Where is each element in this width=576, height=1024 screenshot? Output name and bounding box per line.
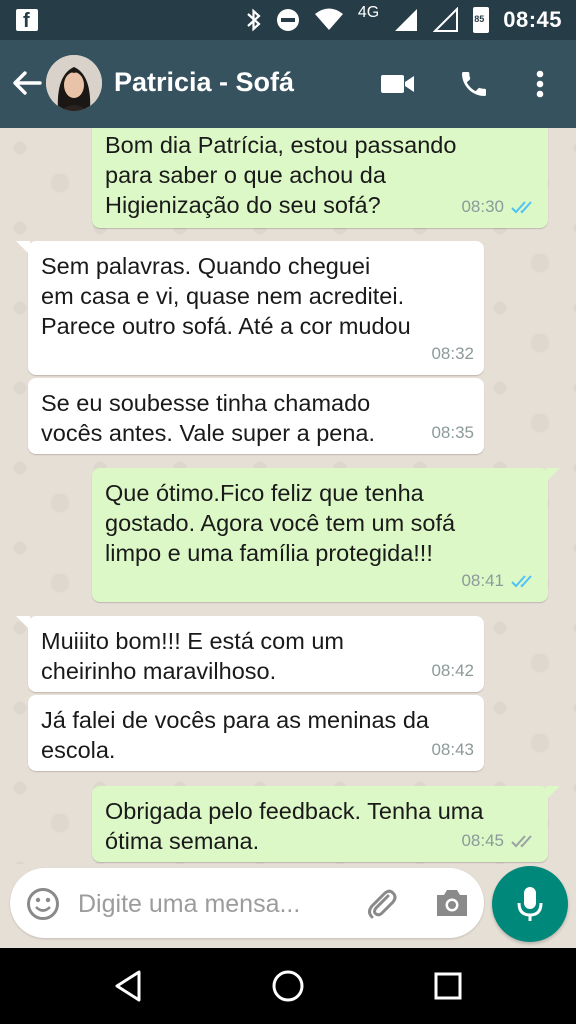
read-ticks-icon (511, 201, 532, 214)
camera-icon[interactable] (434, 888, 470, 918)
bluetooth-icon (247, 8, 261, 32)
battery-icon: 85 (473, 7, 490, 33)
network-type: 4G (357, 4, 380, 21)
signal-icon-2 (433, 7, 459, 32)
do-not-disturb-icon (276, 9, 299, 31)
clock: 08:45 (503, 7, 562, 32)
mic-icon (517, 887, 543, 921)
facebook-icon: f (16, 9, 38, 32)
chat-header: Patricia - Sofá (0, 40, 576, 128)
message-time: 08:42 (431, 661, 474, 680)
message-incoming[interactable]: Já falei de vocês para as meninas da esc… (28, 695, 484, 771)
message-outgoing[interactable]: Obrigada pelo feedback. Tenha uma ótima … (92, 786, 560, 862)
message-outgoing[interactable]: Bom dia Patrícia, estou passando para sa… (92, 128, 548, 228)
message-text: Já falei de vocês para as meninas da esc… (41, 707, 429, 763)
mic-button[interactable] (492, 866, 568, 942)
avatar[interactable] (46, 55, 102, 111)
message-input[interactable]: Digite uma mensa... (10, 868, 484, 938)
read-ticks-icon (511, 575, 532, 588)
message-incoming[interactable]: Se eu soubesse tinha chamado vocês antes… (28, 378, 484, 454)
delivered-ticks-icon (511, 835, 532, 848)
wifi-icon (314, 8, 343, 30)
video-call-icon[interactable] (378, 64, 418, 104)
message-incoming[interactable]: Sem palavras. Quando cheguei em casa e v… (16, 241, 484, 375)
message-text: Que ótimo.Fico feliz que tenha gostado. … (105, 480, 456, 566)
emoji-icon[interactable] (26, 887, 60, 921)
message-time: 08:30 (461, 197, 504, 216)
status-bar: f 4G 85 08:45 (0, 0, 576, 40)
battery-level: 85 (474, 14, 485, 24)
message-time: 08:43 (431, 740, 474, 759)
attach-icon[interactable] (364, 886, 400, 922)
contact-name[interactable]: Patricia - Sofá (114, 67, 294, 98)
more-vert-icon[interactable] (528, 64, 552, 104)
nav-home-icon[interactable] (268, 966, 308, 1006)
message-text: Se eu soubesse tinha chamado vocês antes… (41, 390, 376, 446)
chat-area[interactable]: Bom dia Patrícia, estou passando para sa… (0, 128, 576, 864)
phone-icon[interactable] (455, 64, 493, 104)
composer-bar: Digite uma mensa... (0, 864, 576, 948)
back-arrow-icon[interactable] (10, 66, 44, 100)
message-text: Sem palavras. Quando cheguei em casa e v… (41, 253, 411, 339)
signal-icon (395, 9, 418, 31)
message-text: Muiiito bom!!! E está com um cheirinho m… (41, 628, 344, 684)
system-nav-bar (0, 948, 576, 1024)
nav-recents-icon[interactable] (428, 966, 468, 1006)
message-outgoing[interactable]: Que ótimo.Fico feliz que tenha gostado. … (92, 468, 560, 602)
message-time: 08:41 (461, 571, 504, 590)
message-time: 08:45 (461, 831, 504, 850)
message-incoming[interactable]: Muiiito bom!!! E está com um cheirinho m… (16, 616, 484, 692)
nav-back-icon[interactable] (108, 966, 148, 1006)
message-time: 08:32 (431, 344, 474, 363)
message-input-placeholder: Digite uma mensa... (78, 890, 301, 918)
message-time: 08:35 (431, 423, 474, 442)
